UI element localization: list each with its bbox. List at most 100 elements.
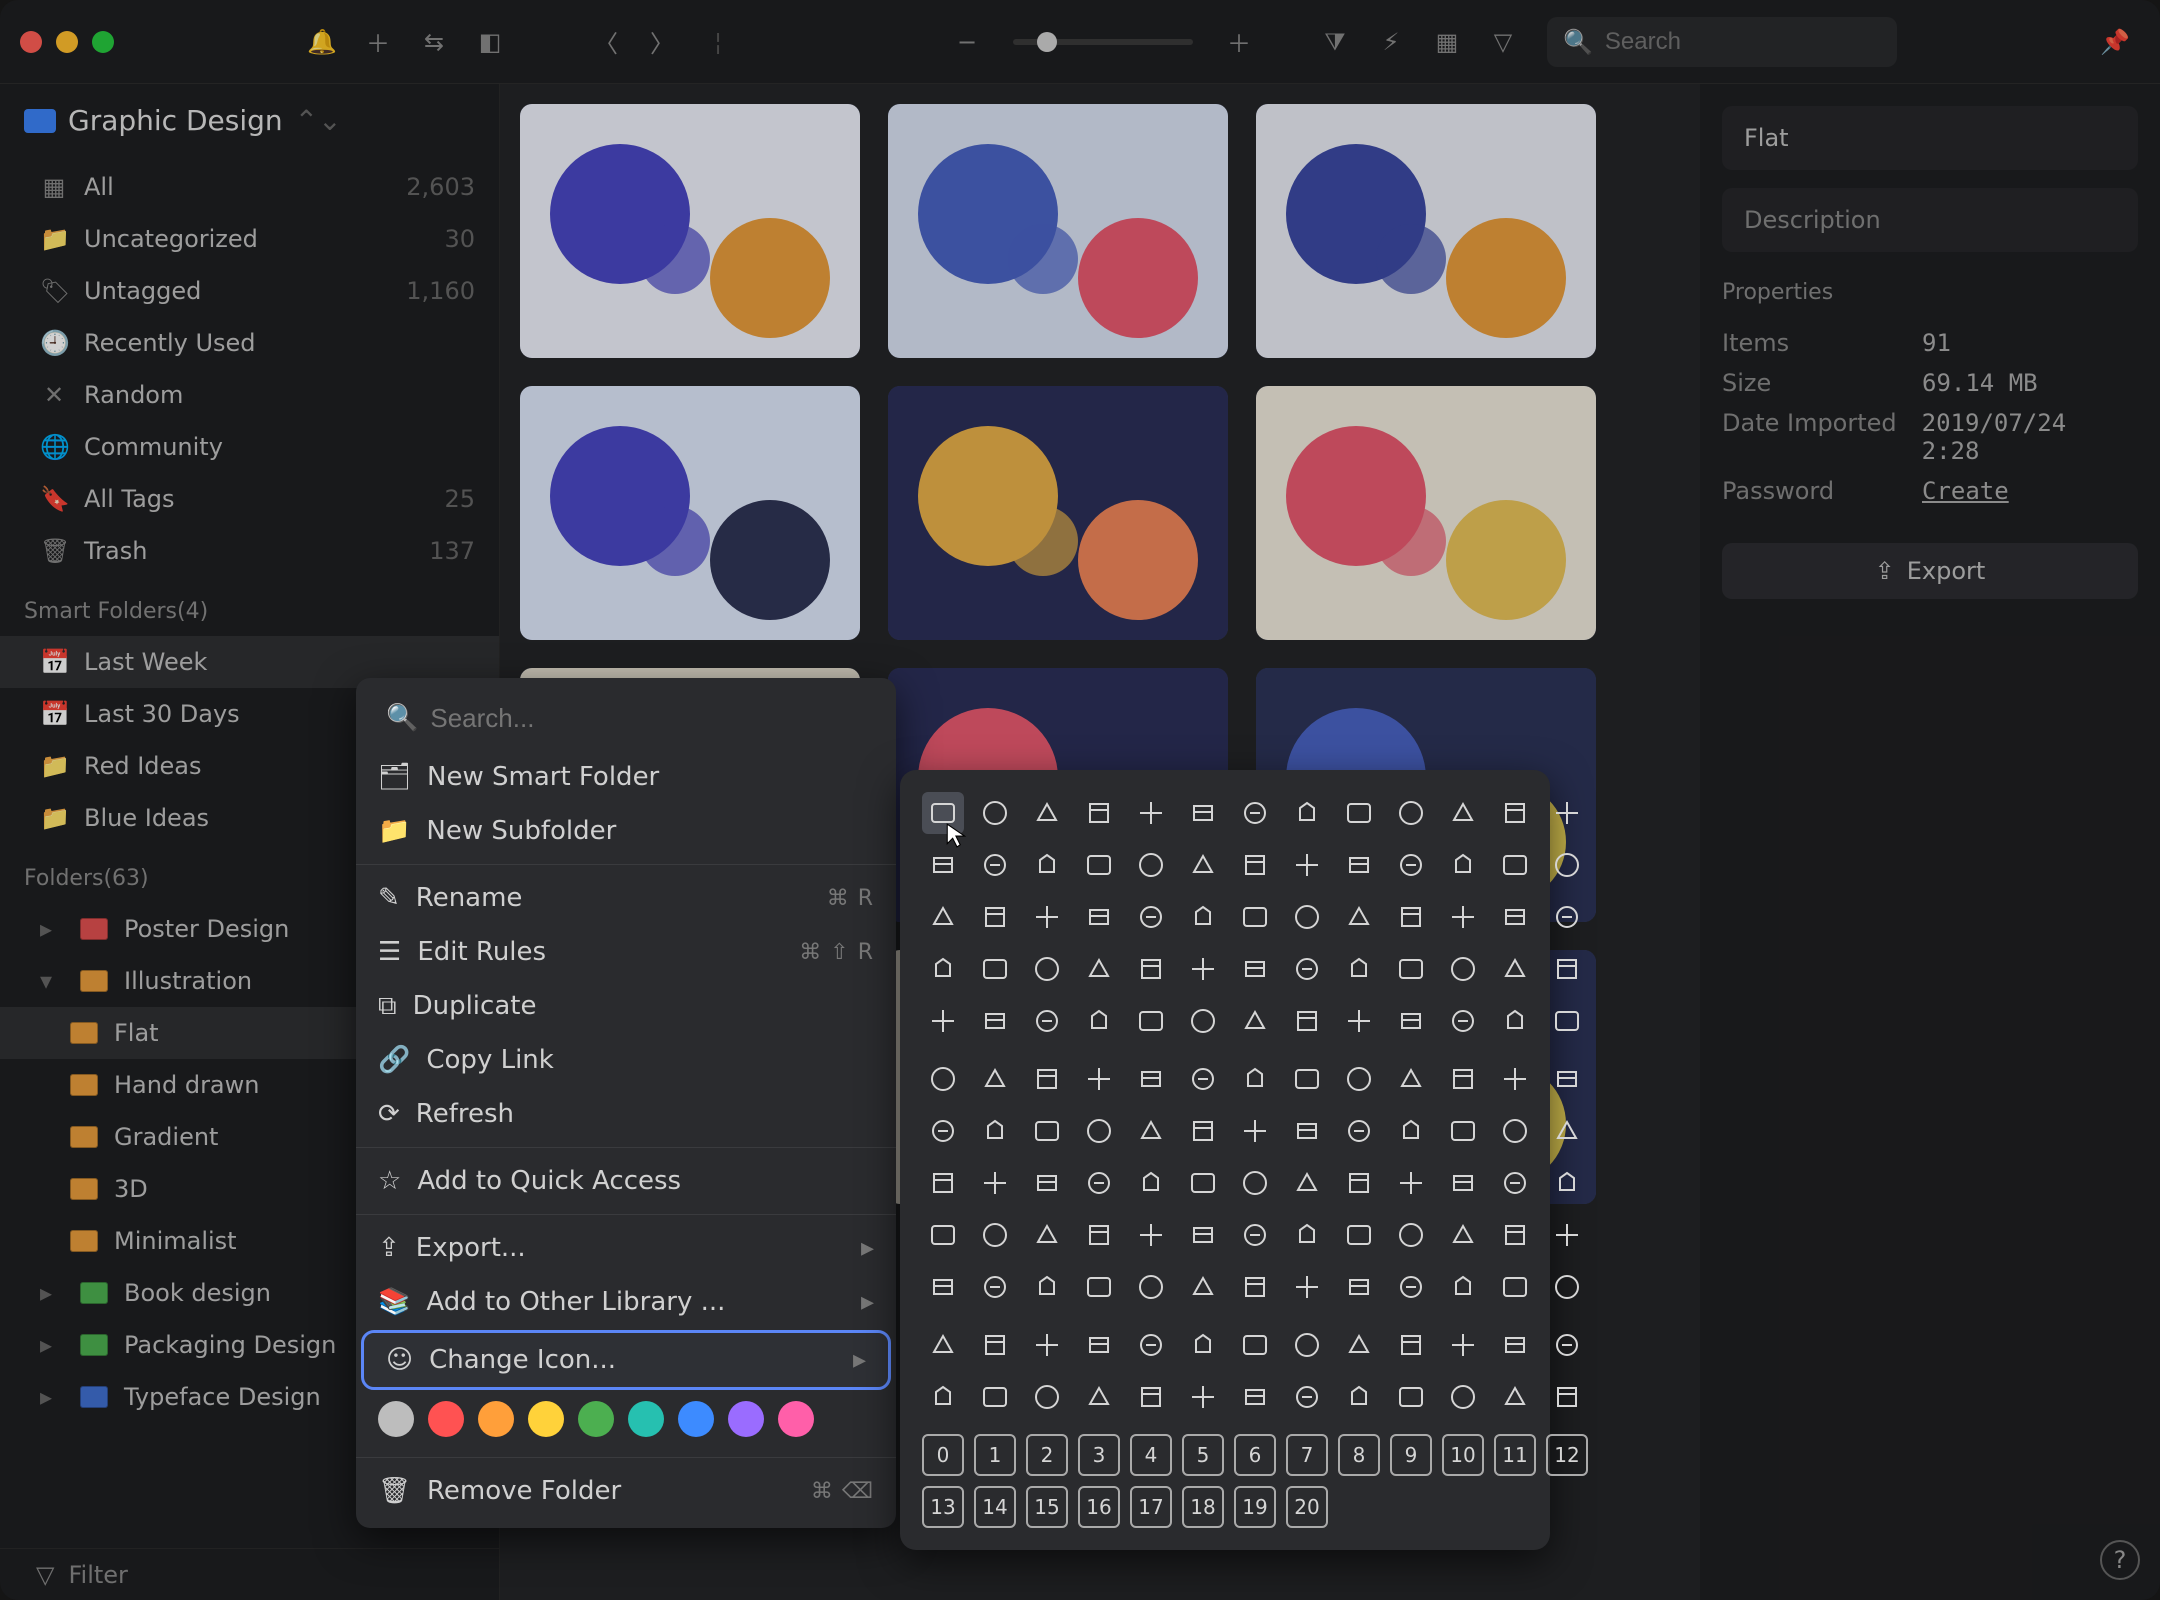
icon-number-choice[interactable]: 1: [974, 1434, 1016, 1476]
color-swatch[interactable]: [628, 1401, 664, 1437]
icon-choice[interactable]: [1338, 1000, 1380, 1042]
menu-item-export[interactable]: ⇪Export...▸: [356, 1221, 896, 1275]
color-swatch[interactable]: [728, 1401, 764, 1437]
icon-choice[interactable]: [1442, 1058, 1484, 1100]
color-swatch[interactable]: [428, 1401, 464, 1437]
icon-choice[interactable]: [1338, 948, 1380, 990]
nav-fwd-icon[interactable]: 〉: [644, 24, 680, 60]
disclosure-triangle-icon[interactable]: ▸: [40, 1279, 60, 1307]
inspector-description[interactable]: Description: [1722, 188, 2138, 252]
icon-choice[interactable]: [1494, 792, 1536, 834]
icon-choice[interactable]: [1078, 1110, 1120, 1152]
sidebar-item-random[interactable]: ✕Random: [0, 369, 499, 421]
icon-choice[interactable]: [922, 1058, 964, 1100]
icon-choice[interactable]: [1078, 1376, 1120, 1418]
icon-choice[interactable]: [1546, 1376, 1588, 1418]
icon-choice[interactable]: [1338, 1376, 1380, 1418]
icon-number-choice[interactable]: 2: [1026, 1434, 1068, 1476]
icon-choice[interactable]: [1130, 1376, 1172, 1418]
search-input[interactable]: [1605, 28, 1915, 56]
icon-choice[interactable]: [922, 1266, 964, 1308]
icon-choice[interactable]: [1546, 1058, 1588, 1100]
context-menu-search[interactable]: 🔍: [370, 694, 882, 742]
icon-choice[interactable]: [1078, 792, 1120, 834]
close-window-button[interactable]: [20, 31, 42, 53]
menu-item-edit-rules[interactable]: ☰Edit Rules⌘ ⇧ R: [356, 925, 896, 979]
color-swatch[interactable]: [478, 1401, 514, 1437]
icon-choice[interactable]: [1130, 948, 1172, 990]
icon-choice[interactable]: [974, 1214, 1016, 1256]
icon-choice[interactable]: [1390, 1162, 1432, 1204]
context-menu-search-input[interactable]: [430, 703, 866, 734]
inspector-title[interactable]: Flat: [1722, 106, 2138, 170]
icon-choice[interactable]: [1078, 948, 1120, 990]
icon-choice[interactable]: [974, 896, 1016, 938]
property-row-password[interactable]: PasswordCreate: [1722, 471, 2138, 511]
icon-choice[interactable]: [1286, 1162, 1328, 1204]
icon-choice[interactable]: [1182, 1162, 1224, 1204]
icon-choice[interactable]: [1026, 1214, 1068, 1256]
icon-choice[interactable]: [974, 1162, 1016, 1204]
icon-choice[interactable]: [1182, 844, 1224, 886]
icon-choice[interactable]: [1390, 1376, 1432, 1418]
nav-back-icon[interactable]: 〈: [588, 24, 624, 60]
menu-item-refresh[interactable]: ⟳Refresh: [356, 1087, 896, 1141]
icon-choice[interactable]: [922, 948, 964, 990]
color-swatch[interactable]: [378, 1401, 414, 1437]
icon-choice[interactable]: [1546, 948, 1588, 990]
icon-choice[interactable]: [1078, 1162, 1120, 1204]
icon-choice[interactable]: [1182, 1376, 1224, 1418]
icon-choice[interactable]: [1026, 1266, 1068, 1308]
icon-choice[interactable]: [1546, 1110, 1588, 1152]
icon-choice[interactable]: [1338, 1266, 1380, 1308]
icon-choice[interactable]: [1130, 844, 1172, 886]
layout-icon[interactable]: ▦: [1429, 24, 1465, 60]
icon-choice[interactable]: [974, 1000, 1016, 1042]
icon-number-choice[interactable]: 12: [1546, 1434, 1588, 1476]
disclosure-triangle-icon[interactable]: ▸: [40, 915, 60, 943]
thumbnail[interactable]: [1256, 104, 1596, 358]
thumbnail[interactable]: [888, 386, 1228, 640]
icon-number-choice[interactable]: 9: [1390, 1434, 1432, 1476]
bolt-icon[interactable]: ⚡: [1373, 24, 1409, 60]
icon-choice[interactable]: [1390, 1324, 1432, 1366]
icon-choice[interactable]: [1390, 1110, 1432, 1152]
icon-choice[interactable]: [1130, 1058, 1172, 1100]
icon-choice[interactable]: [1130, 1000, 1172, 1042]
icon-choice[interactable]: [922, 1214, 964, 1256]
icon-choice[interactable]: [1078, 896, 1120, 938]
notification-icon[interactable]: 🔔: [304, 24, 340, 60]
icon-choice[interactable]: [1442, 1324, 1484, 1366]
icon-choice[interactable]: [974, 1324, 1016, 1366]
menu-item-copy-link[interactable]: 🔗Copy Link: [356, 1033, 896, 1087]
icon-choice[interactable]: [1338, 1214, 1380, 1256]
minimize-window-button[interactable]: [56, 31, 78, 53]
disclosure-triangle-icon[interactable]: ▾: [40, 967, 60, 995]
icon-choice[interactable]: [974, 1058, 1016, 1100]
icon-choice[interactable]: [922, 1324, 964, 1366]
icon-choice[interactable]: [1130, 1214, 1172, 1256]
icon-choice[interactable]: [974, 1376, 1016, 1418]
icon-choice[interactable]: [1338, 1162, 1380, 1204]
icon-choice[interactable]: [1338, 896, 1380, 938]
thumbnail[interactable]: [520, 104, 860, 358]
icon-choice[interactable]: [922, 1376, 964, 1418]
icon-number-choice[interactable]: 17: [1130, 1486, 1172, 1528]
icon-choice[interactable]: [1234, 1110, 1276, 1152]
sidebar-item-community[interactable]: 🌐Community: [0, 421, 499, 473]
menu-item-rename[interactable]: ✎Rename⌘ R: [356, 871, 896, 925]
icon-choice[interactable]: [1390, 948, 1432, 990]
icon-choice[interactable]: [1234, 1058, 1276, 1100]
icon-choice[interactable]: [1442, 1162, 1484, 1204]
icon-choice[interactable]: [1338, 844, 1380, 886]
icon-choice[interactable]: [1442, 792, 1484, 834]
sidebar-item-all[interactable]: ▦All2,603: [0, 161, 499, 213]
icon-choice[interactable]: [1182, 1266, 1224, 1308]
icon-choice[interactable]: [1494, 948, 1536, 990]
icon-choice[interactable]: [1442, 1214, 1484, 1256]
icon-choice[interactable]: [1182, 1214, 1224, 1256]
icon-choice[interactable]: [1026, 1376, 1068, 1418]
icon-choice[interactable]: [1494, 1376, 1536, 1418]
icon-choice[interactable]: [1390, 844, 1432, 886]
icon-choice[interactable]: [1286, 896, 1328, 938]
